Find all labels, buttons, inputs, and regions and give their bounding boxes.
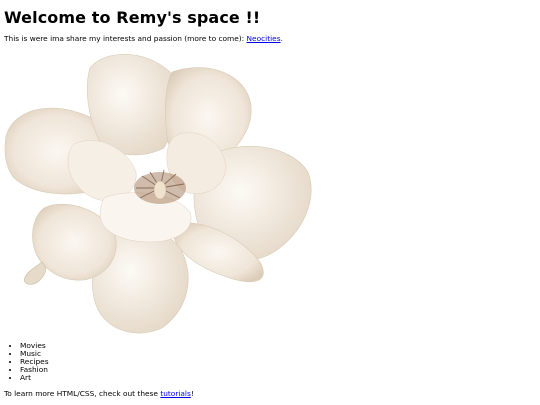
neocities-link[interactable]: Neocities	[247, 34, 281, 43]
magnolia-flower-image	[4, 53, 312, 334]
stem	[23, 261, 46, 285]
footer-end: !	[190, 389, 194, 398]
list-item: Art	[20, 374, 49, 382]
intro-end: .	[280, 34, 283, 43]
tutorials-link[interactable]: tutorials	[160, 389, 191, 398]
interests-list: Movies Music Recipes Fashion Art	[4, 342, 49, 382]
page-title: Welcome to Remy's space !!	[4, 8, 261, 27]
pistil	[153, 180, 167, 200]
footer-paragraph: To learn more HTML/CSS, check out these …	[4, 389, 194, 398]
petal-top	[86, 53, 177, 156]
intro-text: This is were ima share my interests and …	[4, 34, 247, 43]
intro-paragraph: This is were ima share my interests and …	[4, 34, 283, 43]
footer-text: To learn more HTML/CSS, check out these	[4, 389, 161, 398]
